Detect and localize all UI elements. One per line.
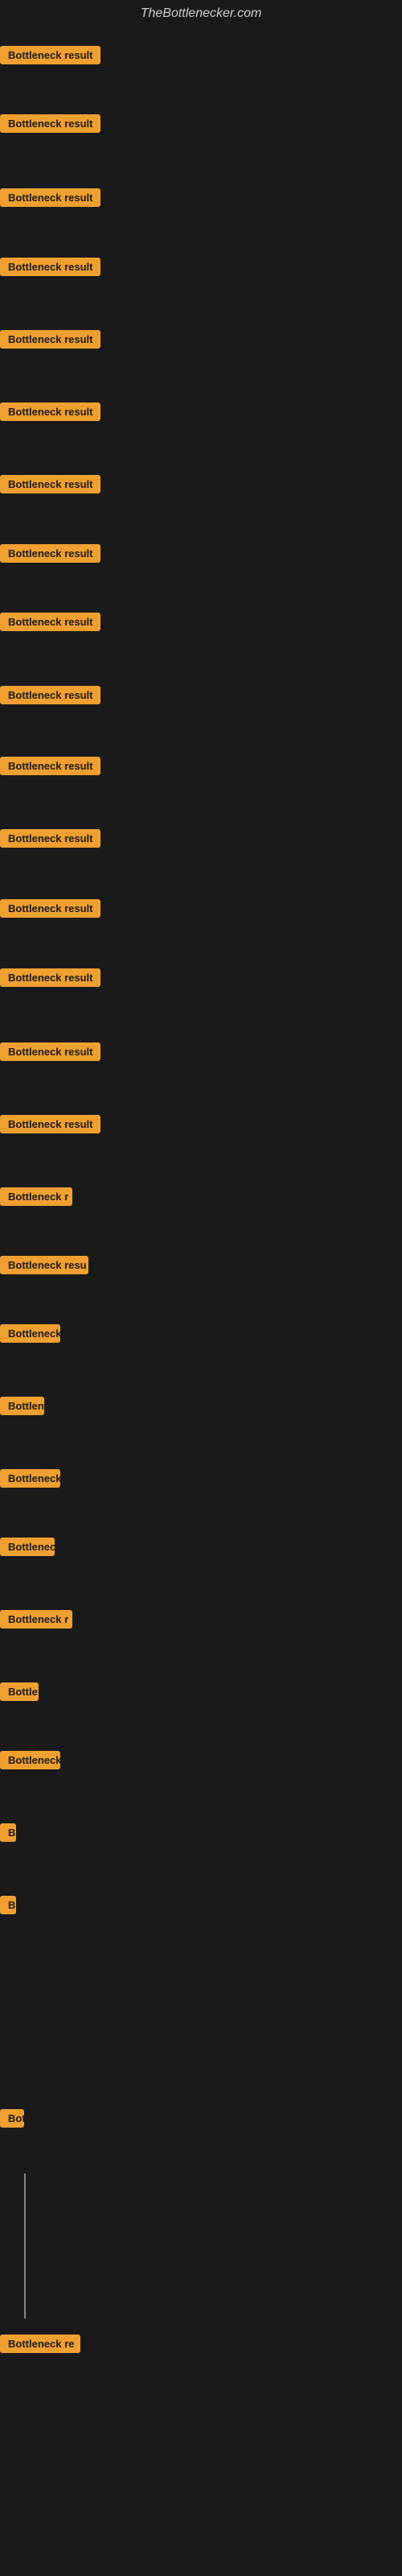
bottleneck-result-row-15: Bottleneck result xyxy=(0,1042,100,1065)
bottleneck-result-row-7: Bottleneck result xyxy=(0,475,100,497)
bottleneck-badge-8[interactable]: Bottleneck result xyxy=(0,544,100,563)
bottleneck-badge-11[interactable]: Bottleneck result xyxy=(0,757,100,775)
bottleneck-badge-28[interactable]: Bot xyxy=(0,2109,24,2128)
site-title: TheBottlenecker.com xyxy=(0,0,402,27)
bottleneck-result-row-26: B xyxy=(0,1823,16,1846)
bottleneck-badge-6[interactable]: Bottleneck result xyxy=(0,402,100,421)
bottleneck-result-row-13: Bottleneck result xyxy=(0,899,100,922)
bottleneck-result-row-5: Bottleneck result xyxy=(0,330,100,353)
bottleneck-badge-9[interactable]: Bottleneck result xyxy=(0,613,100,631)
vertical-line xyxy=(24,2174,26,2318)
bottleneck-badge-23[interactable]: Bottleneck r xyxy=(0,1610,72,1629)
bottleneck-badge-19[interactable]: Bottleneck xyxy=(0,1324,60,1343)
bottleneck-result-row-29: Bottleneck re xyxy=(0,2334,80,2357)
bottleneck-result-row-22: Bottlenec xyxy=(0,1538,55,1560)
bottleneck-result-row-2: Bottleneck result xyxy=(0,114,100,137)
bottleneck-result-row-18: Bottleneck resu xyxy=(0,1256,88,1278)
bottleneck-result-row-28: Bot xyxy=(0,2109,24,2132)
bottleneck-badge-26[interactable]: B xyxy=(0,1823,16,1842)
bottleneck-badge-17[interactable]: Bottleneck r xyxy=(0,1187,72,1206)
bottleneck-badge-27[interactable]: B xyxy=(0,1896,16,1914)
bottleneck-result-row-12: Bottleneck result xyxy=(0,829,100,852)
bottleneck-badge-14[interactable]: Bottleneck result xyxy=(0,968,100,987)
bottleneck-badge-12[interactable]: Bottleneck result xyxy=(0,829,100,848)
bottleneck-badge-25[interactable]: Bottleneck xyxy=(0,1751,60,1769)
bottleneck-result-row-20: Bottlen xyxy=(0,1397,44,1419)
bottleneck-badge-21[interactable]: Bottleneck xyxy=(0,1469,60,1488)
bottleneck-result-row-6: Bottleneck result xyxy=(0,402,100,425)
bottleneck-result-row-11: Bottleneck result xyxy=(0,757,100,779)
bottleneck-badge-1[interactable]: Bottleneck result xyxy=(0,46,100,64)
bottleneck-result-row-1: Bottleneck result xyxy=(0,46,100,68)
bottleneck-result-row-23: Bottleneck r xyxy=(0,1610,72,1633)
bottleneck-result-row-8: Bottleneck result xyxy=(0,544,100,567)
bottleneck-badge-20[interactable]: Bottlen xyxy=(0,1397,44,1415)
bottleneck-result-row-9: Bottleneck result xyxy=(0,613,100,635)
bottleneck-badge-10[interactable]: Bottleneck result xyxy=(0,686,100,704)
bottleneck-result-row-16: Bottleneck result xyxy=(0,1115,100,1137)
bottleneck-result-row-27: B xyxy=(0,1896,16,1918)
bottleneck-result-row-3: Bottleneck result xyxy=(0,188,100,211)
bottleneck-badge-29[interactable]: Bottleneck re xyxy=(0,2334,80,2353)
bottleneck-result-row-10: Bottleneck result xyxy=(0,686,100,708)
bottleneck-badge-4[interactable]: Bottleneck result xyxy=(0,258,100,276)
bottleneck-result-row-17: Bottleneck r xyxy=(0,1187,72,1210)
bottleneck-result-row-25: Bottleneck xyxy=(0,1751,60,1773)
bottleneck-result-row-19: Bottleneck xyxy=(0,1324,60,1347)
bottleneck-badge-22[interactable]: Bottlenec xyxy=(0,1538,55,1556)
bottleneck-result-row-24: Bottle xyxy=(0,1682,39,1705)
bottleneck-badge-15[interactable]: Bottleneck result xyxy=(0,1042,100,1061)
bottleneck-result-row-21: Bottleneck xyxy=(0,1469,60,1492)
bottleneck-badge-16[interactable]: Bottleneck result xyxy=(0,1115,100,1133)
bottleneck-badge-24[interactable]: Bottle xyxy=(0,1682,39,1701)
bottleneck-badge-2[interactable]: Bottleneck result xyxy=(0,114,100,133)
bottleneck-badge-13[interactable]: Bottleneck result xyxy=(0,899,100,918)
bottleneck-badge-3[interactable]: Bottleneck result xyxy=(0,188,100,207)
bottleneck-badge-18[interactable]: Bottleneck resu xyxy=(0,1256,88,1274)
bottleneck-badge-5[interactable]: Bottleneck result xyxy=(0,330,100,349)
bottleneck-badge-7[interactable]: Bottleneck result xyxy=(0,475,100,493)
bottleneck-result-row-14: Bottleneck result xyxy=(0,968,100,991)
bottleneck-result-row-4: Bottleneck result xyxy=(0,258,100,280)
